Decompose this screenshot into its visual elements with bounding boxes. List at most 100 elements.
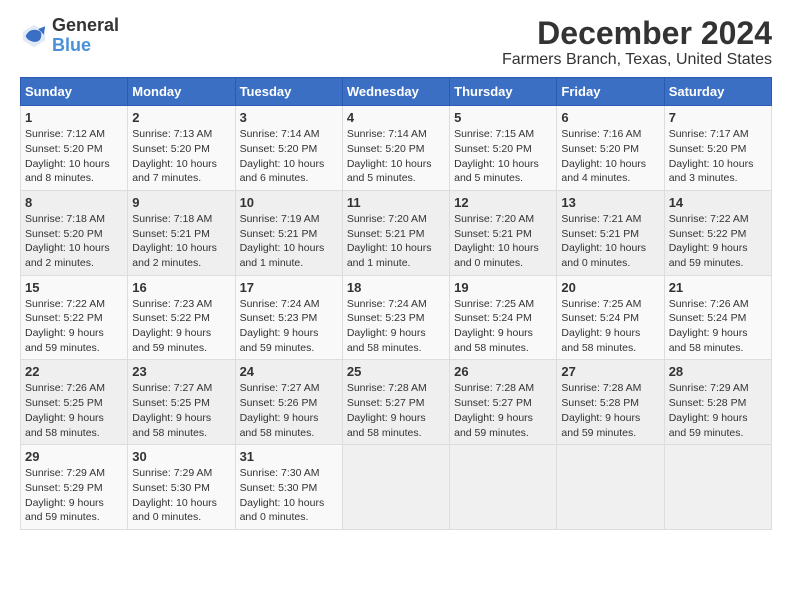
day-number: 25 (347, 364, 445, 379)
cell-content: Sunrise: 7:30 AMSunset: 5:30 PMDaylight:… (240, 466, 338, 525)
day-number: 12 (454, 195, 552, 210)
calendar-cell: 9 Sunrise: 7:18 AMSunset: 5:21 PMDaylight… (128, 190, 235, 275)
day-number: 7 (669, 110, 767, 125)
day-number: 16 (132, 280, 230, 295)
cell-content: Sunrise: 7:24 AMSunset: 5:23 PMDaylight:… (240, 297, 338, 356)
day-number: 11 (347, 195, 445, 210)
cell-content: Sunrise: 7:15 AMSunset: 5:20 PMDaylight:… (454, 127, 552, 186)
day-number: 18 (347, 280, 445, 295)
cell-content: Sunrise: 7:29 AMSunset: 5:29 PMDaylight:… (25, 466, 123, 525)
cell-content: Sunrise: 7:27 AMSunset: 5:25 PMDaylight:… (132, 381, 230, 440)
calendar-cell: 25 Sunrise: 7:28 AMSunset: 5:27 PMDayligh… (342, 360, 449, 445)
calendar-cell: 24 Sunrise: 7:27 AMSunset: 5:26 PMDayligh… (235, 360, 342, 445)
logo-icon (20, 22, 48, 50)
page-container: General Blue December 2024 Farmers Branc… (20, 16, 772, 530)
day-number: 26 (454, 364, 552, 379)
calendar-cell: 6 Sunrise: 7:16 AMSunset: 5:20 PMDaylight… (557, 106, 664, 191)
cell-content: Sunrise: 7:25 AMSunset: 5:24 PMDaylight:… (454, 297, 552, 356)
cell-content: Sunrise: 7:28 AMSunset: 5:27 PMDaylight:… (347, 381, 445, 440)
cell-content: Sunrise: 7:14 AMSunset: 5:20 PMDaylight:… (347, 127, 445, 186)
cell-content: Sunrise: 7:18 AMSunset: 5:20 PMDaylight:… (25, 212, 123, 271)
cell-content: Sunrise: 7:29 AMSunset: 5:28 PMDaylight:… (669, 381, 767, 440)
calendar-cell (450, 445, 557, 530)
day-number: 10 (240, 195, 338, 210)
cell-content: Sunrise: 7:18 AMSunset: 5:21 PMDaylight:… (132, 212, 230, 271)
header: General Blue December 2024 Farmers Branc… (20, 16, 772, 69)
calendar-cell: 1Sunrise: 7:12 AMSunset: 5:20 PMDaylight… (21, 106, 128, 191)
day-header-thursday: Thursday (450, 78, 557, 106)
cell-content: Sunrise: 7:24 AMSunset: 5:23 PMDaylight:… (347, 297, 445, 356)
day-number: 3 (240, 110, 338, 125)
day-number: 9 (132, 195, 230, 210)
cell-content: Sunrise: 7:16 AMSunset: 5:20 PMDaylight:… (561, 127, 659, 186)
logo-text: General Blue (52, 16, 119, 56)
cell-content: Sunrise: 7:14 AMSunset: 5:20 PMDaylight:… (240, 127, 338, 186)
day-number: 29 (25, 449, 123, 464)
calendar-cell: 28 Sunrise: 7:29 AMSunset: 5:28 PMDayligh… (664, 360, 771, 445)
calendar-cell: 26 Sunrise: 7:28 AMSunset: 5:27 PMDayligh… (450, 360, 557, 445)
calendar-cell: 30Sunrise: 7:29 AMSunset: 5:30 PMDayligh… (128, 445, 235, 530)
day-number: 27 (561, 364, 659, 379)
cell-content: Sunrise: 7:28 AMSunset: 5:28 PMDaylight:… (561, 381, 659, 440)
day-number: 20 (561, 280, 659, 295)
day-number: 19 (454, 280, 552, 295)
location-title: Farmers Branch, Texas, United States (502, 51, 772, 69)
day-number: 22 (25, 364, 123, 379)
day-number: 5 (454, 110, 552, 125)
calendar-cell: 29 Sunrise: 7:29 AMSunset: 5:29 PMDayligh… (21, 445, 128, 530)
day-number: 28 (669, 364, 767, 379)
day-number: 23 (132, 364, 230, 379)
day-number: 17 (240, 280, 338, 295)
calendar-cell: 14 Sunrise: 7:22 AMSunset: 5:22 PMDayligh… (664, 190, 771, 275)
calendar-cell: 16Sunrise: 7:23 AMSunset: 5:22 PMDayligh… (128, 275, 235, 360)
calendar-cell (342, 445, 449, 530)
cell-content: Sunrise: 7:28 AMSunset: 5:27 PMDaylight:… (454, 381, 552, 440)
day-header-tuesday: Tuesday (235, 78, 342, 106)
day-number: 8 (25, 195, 123, 210)
calendar-cell (557, 445, 664, 530)
week-row-4: 22 Sunrise: 7:26 AMSunset: 5:25 PMDayligh… (21, 360, 772, 445)
calendar-cell: 27 Sunrise: 7:28 AMSunset: 5:28 PMDayligh… (557, 360, 664, 445)
cell-content: Sunrise: 7:17 AMSunset: 5:20 PMDaylight:… (669, 127, 767, 186)
calendar-cell: 11 Sunrise: 7:20 AMSunset: 5:21 PMDayligh… (342, 190, 449, 275)
day-header-monday: Monday (128, 78, 235, 106)
day-header-wednesday: Wednesday (342, 78, 449, 106)
cell-content: Sunrise: 7:22 AMSunset: 5:22 PMDaylight:… (669, 212, 767, 271)
week-row-2: 8 Sunrise: 7:18 AMSunset: 5:20 PMDaylight… (21, 190, 772, 275)
calendar-cell: 22 Sunrise: 7:26 AMSunset: 5:25 PMDayligh… (21, 360, 128, 445)
logo: General Blue (20, 16, 119, 56)
day-header-sunday: Sunday (21, 78, 128, 106)
calendar-cell: 17 Sunrise: 7:24 AMSunset: 5:23 PMDayligh… (235, 275, 342, 360)
day-number: 24 (240, 364, 338, 379)
week-row-1: 1Sunrise: 7:12 AMSunset: 5:20 PMDaylight… (21, 106, 772, 191)
week-row-5: 29 Sunrise: 7:29 AMSunset: 5:29 PMDayligh… (21, 445, 772, 530)
day-number: 21 (669, 280, 767, 295)
day-number: 13 (561, 195, 659, 210)
calendar-table: SundayMondayTuesdayWednesdayThursdayFrid… (20, 77, 772, 530)
days-header-row: SundayMondayTuesdayWednesdayThursdayFrid… (21, 78, 772, 106)
calendar-cell: 7 Sunrise: 7:17 AMSunset: 5:20 PMDaylight… (664, 106, 771, 191)
day-number: 14 (669, 195, 767, 210)
day-number: 4 (347, 110, 445, 125)
day-header-friday: Friday (557, 78, 664, 106)
calendar-cell: 3 Sunrise: 7:14 AMSunset: 5:20 PMDaylight… (235, 106, 342, 191)
month-title: December 2024 (502, 16, 772, 51)
cell-content: Sunrise: 7:26 AMSunset: 5:24 PMDaylight:… (669, 297, 767, 356)
cell-content: Sunrise: 7:20 AMSunset: 5:21 PMDaylight:… (454, 212, 552, 271)
cell-content: Sunrise: 7:22 AMSunset: 5:22 PMDaylight:… (25, 297, 123, 356)
logo-general: General (52, 15, 119, 35)
calendar-cell: 13 Sunrise: 7:21 AMSunset: 5:21 PMDayligh… (557, 190, 664, 275)
calendar-cell: 5 Sunrise: 7:15 AMSunset: 5:20 PMDaylight… (450, 106, 557, 191)
cell-content: Sunrise: 7:20 AMSunset: 5:21 PMDaylight:… (347, 212, 445, 271)
cell-content: Sunrise: 7:26 AMSunset: 5:25 PMDaylight:… (25, 381, 123, 440)
calendar-cell: 31Sunrise: 7:30 AMSunset: 5:30 PMDayligh… (235, 445, 342, 530)
cell-content: Sunrise: 7:27 AMSunset: 5:26 PMDaylight:… (240, 381, 338, 440)
calendar-cell: 15Sunrise: 7:22 AMSunset: 5:22 PMDayligh… (21, 275, 128, 360)
day-number: 6 (561, 110, 659, 125)
cell-content: Sunrise: 7:25 AMSunset: 5:24 PMDaylight:… (561, 297, 659, 356)
cell-content: Sunrise: 7:29 AMSunset: 5:30 PMDaylight:… (132, 466, 230, 525)
cell-content: Sunrise: 7:13 AMSunset: 5:20 PMDaylight:… (132, 127, 230, 186)
cell-content: Sunrise: 7:21 AMSunset: 5:21 PMDaylight:… (561, 212, 659, 271)
calendar-cell: 10Sunrise: 7:19 AMSunset: 5:21 PMDayligh… (235, 190, 342, 275)
calendar-cell (664, 445, 771, 530)
